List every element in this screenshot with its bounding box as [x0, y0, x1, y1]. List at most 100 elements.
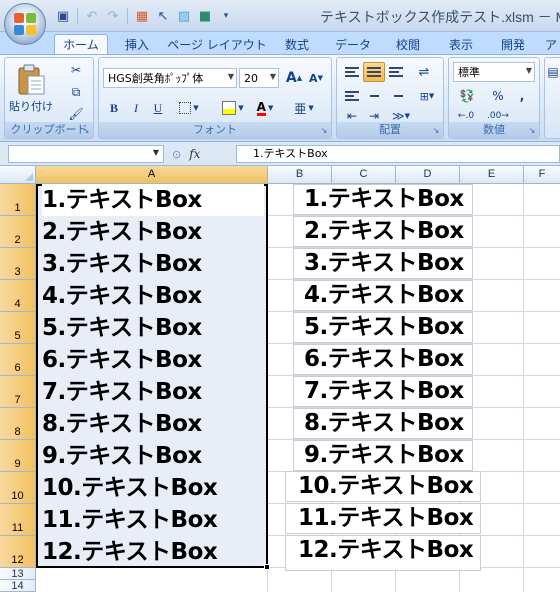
tab-insert[interactable]: 挿入	[114, 34, 160, 54]
row-header-4[interactable]: 4	[0, 280, 36, 312]
fill-handle[interactable]	[264, 564, 270, 570]
align-middle-button[interactable]	[363, 62, 385, 82]
color-icon[interactable]: ■	[196, 7, 214, 25]
column-header-d[interactable]: D	[396, 166, 460, 184]
align-center-button[interactable]	[363, 86, 385, 106]
cell-a8[interactable]: 8.テキストBox	[42, 408, 202, 440]
textbox-11[interactable]: 11.テキストBox	[285, 503, 481, 534]
tab-home[interactable]: ホーム	[54, 34, 108, 54]
textbox-12[interactable]: 12.テキストBox	[285, 535, 481, 571]
undo-icon[interactable]: ↶	[83, 7, 101, 25]
redo-icon[interactable]: ↷	[104, 7, 122, 25]
textbox-1[interactable]: 1.テキストBox	[293, 184, 473, 215]
format-painter-icon[interactable]: 🖌	[65, 104, 87, 124]
tab-data[interactable]: データ	[328, 34, 378, 54]
font-launcher-icon[interactable]: ↘	[319, 126, 329, 136]
cell-a2[interactable]: 2.テキストBox	[42, 216, 202, 248]
textbox-2[interactable]: 2.テキストBox	[293, 216, 473, 247]
tab-developer[interactable]: 開発	[490, 34, 536, 54]
column-header-c[interactable]: C	[332, 166, 396, 184]
row-header-1[interactable]: 1	[0, 184, 36, 216]
textbox-3[interactable]: 3.テキストBox	[293, 248, 473, 279]
formula-divider-icon[interactable]: ⊙	[172, 148, 181, 161]
align-top-button[interactable]	[341, 62, 363, 82]
cell-a9[interactable]: 9.テキストBox	[42, 440, 202, 472]
grow-font-button[interactable]: A ▲	[283, 68, 305, 88]
percent-button[interactable]: %	[487, 86, 509, 106]
textbox-9[interactable]: 9.テキストBox	[293, 440, 473, 471]
cell-a6[interactable]: 6.テキストBox	[42, 344, 202, 376]
copy-icon[interactable]: ⧉	[65, 82, 87, 102]
cell-a11[interactable]: 11.テキストBox	[42, 504, 218, 536]
number-format-select[interactable]: 標準 ▼	[453, 62, 535, 82]
office-button[interactable]	[4, 3, 46, 45]
cell-a7[interactable]: 7.テキストBox	[42, 376, 202, 408]
name-box[interactable]: ▼	[8, 145, 164, 163]
tab-view[interactable]: 表示	[438, 34, 484, 54]
textbox-7[interactable]: 7.テキストBox	[293, 376, 473, 407]
cell-a12[interactable]: 12.テキストBox	[42, 536, 218, 568]
select-all-button[interactable]	[0, 166, 36, 184]
font-color-button[interactable]: A ▼	[251, 98, 279, 118]
row-header-11[interactable]: 11	[0, 504, 36, 536]
clipboard-launcher-icon[interactable]: ↘	[81, 126, 91, 136]
column-header-e[interactable]: E	[460, 166, 524, 184]
border-button[interactable]: ▼	[175, 98, 203, 118]
bold-button[interactable]: B	[103, 98, 125, 118]
fill-color-button[interactable]: ▼	[219, 98, 247, 118]
textbox-8[interactable]: 8.テキストBox	[293, 408, 473, 439]
underline-button[interactable]: U	[147, 98, 169, 118]
align-right-button[interactable]	[385, 86, 407, 106]
column-header-f[interactable]: F	[524, 166, 560, 184]
row-header-8[interactable]: 8	[0, 408, 36, 440]
row-header-14[interactable]: 14	[0, 580, 36, 592]
cell-a5[interactable]: 5.テキストBox	[42, 312, 202, 344]
cell-a3[interactable]: 3.テキストBox	[42, 248, 202, 280]
row-header-7[interactable]: 7	[0, 376, 36, 408]
row-header-12[interactable]: 12	[0, 536, 36, 568]
font-name-select[interactable]: HGS創英角ﾎﾟｯﾌﾟ体 ▼	[103, 68, 237, 88]
customize-icon[interactable]: ▾	[217, 7, 235, 25]
alignment-launcher-icon[interactable]: ↘	[431, 126, 441, 136]
wrap-text-button[interactable]: ⇌	[413, 62, 435, 82]
column-header-b[interactable]: B	[268, 166, 332, 184]
picture-icon[interactable]: ▨	[175, 7, 193, 25]
column-header-a[interactable]: A	[36, 166, 268, 184]
textbox-6[interactable]: 6.テキストBox	[293, 344, 473, 375]
formula-input[interactable]: 1.テキストBox	[236, 145, 560, 163]
pointer-icon[interactable]: ↖	[154, 7, 172, 25]
cut-icon[interactable]: ✂	[65, 60, 87, 80]
cell-a4[interactable]: 4.テキストBox	[42, 280, 202, 312]
cell-a10[interactable]: 10.テキストBox	[42, 472, 218, 504]
paste-button[interactable]: 貼り付け	[9, 60, 53, 118]
tab-addins[interactable]: ア	[542, 34, 560, 54]
form-icon[interactable]: ▦	[133, 7, 151, 25]
comma-button[interactable]: ,	[511, 86, 533, 106]
row-header-3[interactable]: 3	[0, 248, 36, 280]
italic-button[interactable]: I	[125, 98, 147, 118]
row-header-13[interactable]: 13	[0, 568, 36, 580]
align-bottom-button[interactable]	[385, 62, 407, 82]
align-left-button[interactable]	[341, 86, 363, 106]
textbox-4[interactable]: 4.テキストBox	[293, 280, 473, 311]
row-header-6[interactable]: 6	[0, 344, 36, 376]
textbox-5[interactable]: 5.テキストBox	[293, 312, 473, 343]
number-launcher-icon[interactable]: ↘	[527, 126, 537, 136]
conditional-format-icon[interactable]: ▤	[545, 62, 560, 82]
font-size-select[interactable]: 20 ▼	[239, 68, 279, 88]
tab-page-layout[interactable]: ページ レイアウト	[166, 34, 268, 54]
row-header-2[interactable]: 2	[0, 216, 36, 248]
tab-review[interactable]: 校閲	[384, 34, 432, 54]
row-header-10[interactable]: 10	[0, 472, 36, 504]
insert-function-button[interactable]: fx	[189, 147, 200, 161]
shrink-font-button[interactable]: A ▼	[305, 68, 327, 88]
row-header-5[interactable]: 5	[0, 312, 36, 344]
currency-button[interactable]: 💱	[453, 86, 481, 106]
cell-a1[interactable]: 1.テキストBox	[42, 184, 264, 216]
textbox-10[interactable]: 10.テキストBox	[285, 471, 481, 502]
row-header-9[interactable]: 9	[0, 440, 36, 472]
tab-formulas[interactable]: 数式	[272, 34, 322, 54]
phonetic-button[interactable]: 亜 ▼	[289, 98, 319, 118]
save-icon[interactable]: ▣	[54, 7, 72, 25]
merge-center-button[interactable]: ⊞ ▼	[413, 86, 441, 106]
